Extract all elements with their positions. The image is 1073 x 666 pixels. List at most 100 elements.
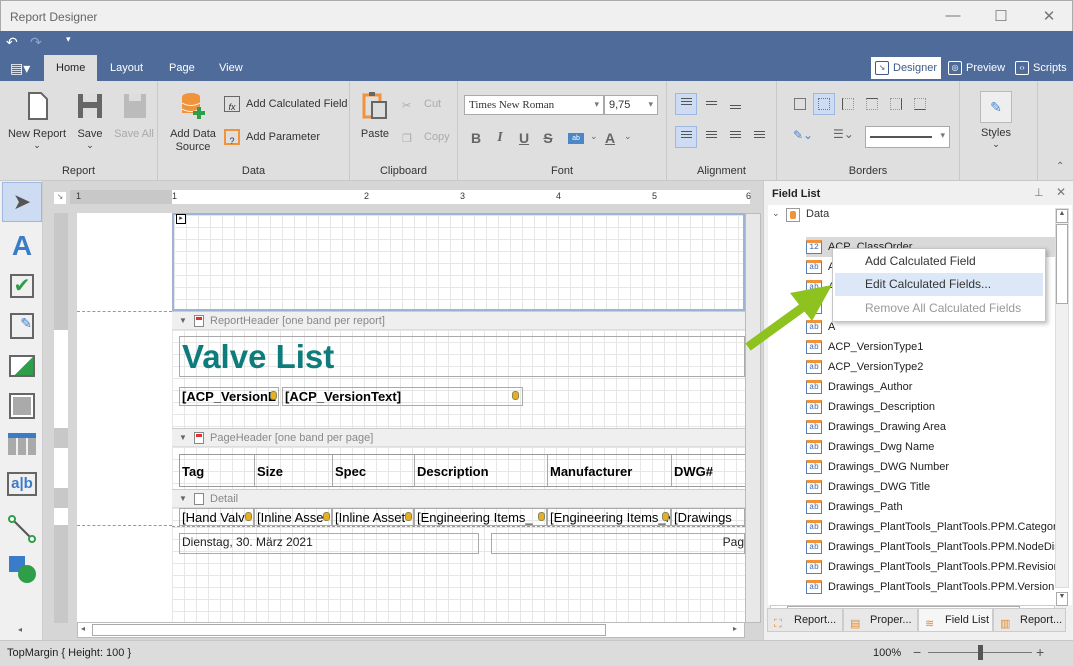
highlight-dropdown-icon[interactable]: ⌄ [590, 131, 598, 142]
border-all-button[interactable] [813, 93, 835, 115]
line-tool[interactable] [2, 509, 42, 549]
field-item[interactable]: ab Drawings_DWG Number [806, 457, 1056, 477]
page-number-field[interactable]: Pag [491, 533, 745, 554]
save-all-button[interactable]: Save All [112, 91, 156, 140]
add-calculated-field-button[interactable]: fx Add Calculated Field [224, 94, 348, 114]
maximize-button[interactable]: ☐ [991, 7, 1011, 27]
cut-button[interactable]: ✂ Cut [402, 94, 441, 114]
add-data-source-button[interactable]: Add Data Source [166, 91, 220, 154]
picture-tool[interactable] [2, 346, 42, 386]
file-menu-icon[interactable]: ▤▾ [10, 60, 30, 77]
border-outer-button[interactable] [789, 93, 811, 115]
field-item[interactable]: ab Drawings_PlantTools_PlantTools.PPM.Cat… [806, 517, 1056, 537]
menu-item-edit-calculated-fields[interactable]: Edit Calculated Fields... [835, 273, 1043, 296]
align-middle-button[interactable] [700, 93, 722, 115]
close-button[interactable]: ✕ [1039, 7, 1059, 27]
preview-view-button[interactable]: ◎ Preview [944, 57, 1009, 79]
border-top-button[interactable] [861, 93, 883, 115]
label-tool[interactable]: A [2, 226, 42, 266]
field-item[interactable]: ab Drawings_Path [806, 497, 1056, 517]
new-report-button[interactable]: New Report ⌄ [6, 91, 68, 151]
highlight-color-button[interactable]: ab [568, 133, 584, 144]
field-item[interactable]: ab Drawings_Drawing Area [806, 417, 1056, 437]
zoom-out-button[interactable]: − [913, 644, 921, 660]
column-header[interactable]: Tag [180, 455, 255, 486]
font-color-dropdown-icon[interactable]: ⌄ [624, 131, 632, 142]
field-item[interactable]: ab Drawings_Dwg Name [806, 437, 1056, 457]
border-bottom-button[interactable] [909, 93, 931, 115]
detail-field[interactable]: [Inline Asse [254, 508, 332, 526]
data-source-node[interactable]: Data [806, 208, 829, 220]
undo-icon[interactable]: ↶ [6, 34, 18, 51]
zoom-in-button[interactable]: + [1036, 644, 1044, 660]
align-left-button[interactable] [675, 126, 697, 148]
report-title[interactable]: Valve List [179, 336, 745, 377]
bold-button[interactable]: B [466, 128, 486, 148]
collapse-ribbon-icon[interactable]: ⌃ [1056, 161, 1064, 172]
border-left-button[interactable] [837, 93, 859, 115]
justify-button[interactable] [748, 126, 770, 148]
version-label-field[interactable]: [ACP_VersionL [179, 387, 279, 406]
tab-layout[interactable]: Layout [98, 55, 155, 81]
field-item[interactable]: ab Drawings_PlantTools_PlantTools.PPM.Rev… [806, 557, 1056, 577]
date-field[interactable]: Dienstag, 30. März 2021 [179, 533, 479, 554]
field-item[interactable]: ab Drawings_DWG Title [806, 477, 1056, 497]
customize-dropdown-icon[interactable]: ▾ [66, 34, 71, 45]
panel-tab[interactable]: ⛶ Report... [767, 608, 843, 632]
top-margin-band[interactable]: ▸ [172, 213, 745, 311]
field-item[interactable]: ab Drawings_PlantTools_PlantTools.PPM.Nod… [806, 537, 1056, 557]
add-parameter-button[interactable]: ? Add Parameter [224, 127, 320, 147]
align-center-button[interactable] [700, 126, 722, 148]
redo-icon[interactable]: ↷ [30, 34, 42, 51]
panel-tab[interactable]: ≋ Field List [918, 608, 993, 632]
richtext-tool[interactable]: ✎ [2, 306, 42, 346]
font-size-select[interactable]: 9,75 [604, 95, 658, 115]
minimize-button[interactable]: — [943, 7, 963, 27]
zoom-slider-thumb[interactable] [978, 645, 983, 660]
menu-item-remove-all-calculated-fields[interactable]: Remove All Calculated Fields [835, 297, 1043, 320]
scrollbar-thumb[interactable] [92, 624, 606, 636]
align-bottom-button[interactable] [724, 93, 746, 115]
column-header[interactable]: Size [255, 455, 333, 486]
page-header-band-strip[interactable]: ▼ PageHeader [one band per page] [172, 428, 745, 447]
detail-field[interactable]: [Drawings [671, 508, 745, 526]
tab-home[interactable]: Home [44, 55, 98, 81]
detail-field[interactable]: [Engineering Items_M [547, 508, 671, 526]
save-button[interactable]: Save ⌄ [72, 91, 108, 151]
detail-band-strip[interactable]: ▼ Detail [172, 489, 745, 508]
expand-icon[interactable]: ⌄ [772, 208, 780, 219]
panel-tab[interactable]: ▤ Proper... [843, 608, 918, 632]
border-right-button[interactable] [885, 93, 907, 115]
column-header[interactable]: DWG# [672, 455, 745, 486]
column-header[interactable]: Description [415, 455, 548, 486]
field-item[interactable]: ab ACP_VersionType1 [806, 337, 1056, 357]
close-panel-icon[interactable]: ✕ [1056, 185, 1066, 199]
font-color-button[interactable]: A [600, 128, 620, 148]
align-right-button[interactable] [724, 126, 746, 148]
tab-page[interactable]: Page [157, 55, 207, 81]
character-comb-tool[interactable]: a|b [2, 464, 42, 504]
border-width-icon[interactable]: ☰⌄ [833, 127, 854, 141]
column-header[interactable]: Manufacturer [548, 455, 672, 486]
border-color-icon[interactable]: ✎⌄ [793, 128, 813, 142]
field-item[interactable]: ab Drawings_PlantTools_PlantTools.PPM.Ver… [806, 577, 1056, 597]
band-smart-tag-icon[interactable]: ▸ [176, 214, 186, 224]
copy-button[interactable]: ❐ Copy [402, 127, 450, 147]
styles-button[interactable]: ✎ Styles ⌄ [974, 91, 1018, 150]
scrollbar-thumb[interactable] [1056, 224, 1068, 304]
menu-item-add-calculated-field[interactable]: Add Calculated Field [835, 250, 1043, 273]
detail-field[interactable]: [Engineering Items_ [414, 508, 547, 526]
horizontal-scrollbar[interactable]: ◂ ▸ [77, 622, 745, 638]
column-header[interactable]: Spec [333, 455, 415, 486]
align-top-button[interactable] [675, 93, 697, 115]
detail-field[interactable]: [Inline Asset [332, 508, 414, 526]
strikethrough-button[interactable]: S [538, 128, 558, 148]
designer-view-button[interactable]: ↘ Designer [871, 57, 942, 79]
scripts-view-button[interactable]: ‹› Scripts [1011, 57, 1071, 79]
toolbox-scroll-left-icon[interactable]: ◂ [18, 625, 22, 634]
panel-tab[interactable]: ▥ Report... [993, 608, 1066, 632]
tab-view[interactable]: View [207, 55, 255, 81]
detail-field[interactable]: [Hand Valv [179, 508, 254, 526]
report-header-band-strip[interactable]: ▼ ReportHeader [one band per report] [172, 311, 745, 330]
font-name-select[interactable]: Times New Roman [464, 95, 604, 115]
